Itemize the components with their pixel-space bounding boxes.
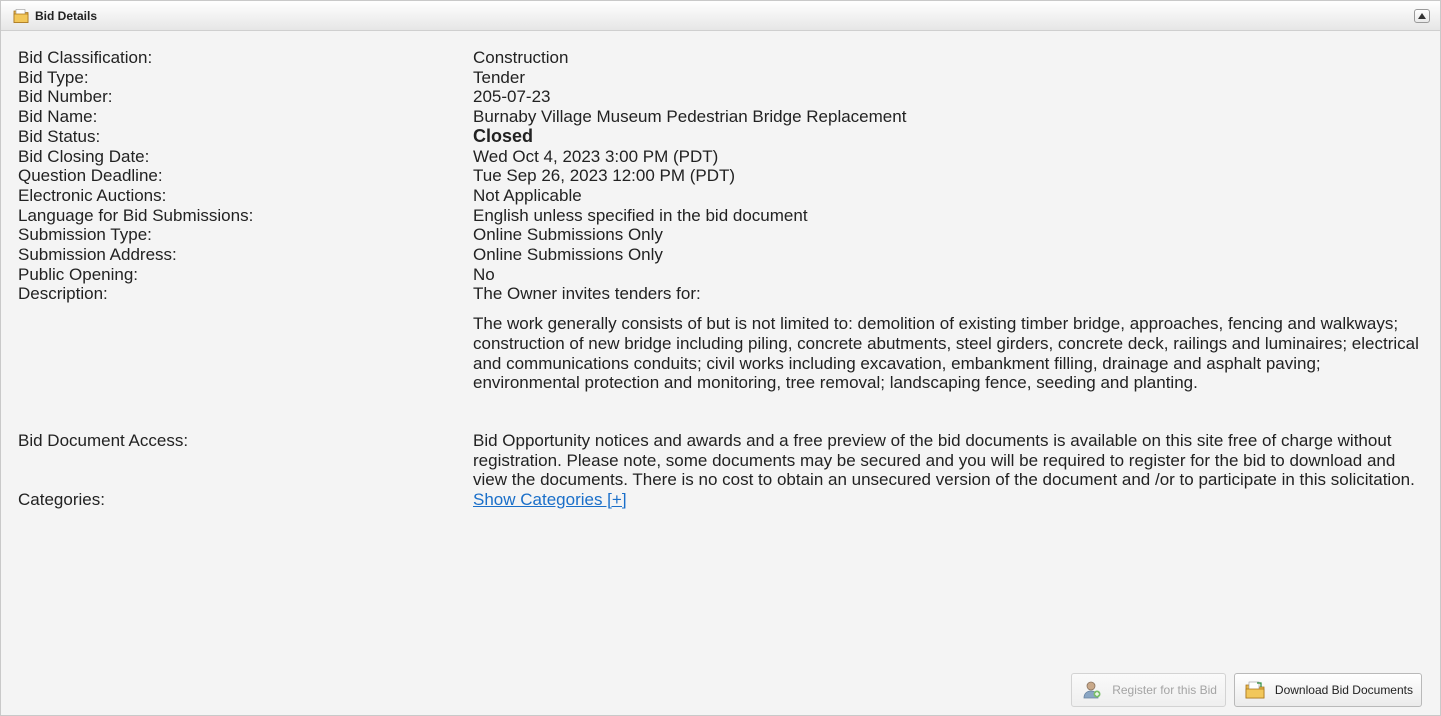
panel-header: Bid Details (1, 1, 1440, 31)
detail-row-public-opening: Public Opening: No (18, 265, 1440, 285)
detail-label: Bid Status: (18, 126, 101, 146)
detail-label: Bid Name: (18, 107, 98, 127)
detail-row-number: Bid Number: 205-07-23 (18, 87, 1440, 107)
register-for-bid-button[interactable]: Register for this Bid (1071, 673, 1226, 707)
details-content: Bid Classification: Construction Bid Typ… (1, 31, 1440, 510)
folder-download-icon (1245, 680, 1265, 700)
detail-label: Bid Type: (18, 67, 89, 87)
bid-details-panel: Bid Details Bid Classification: Construc… (0, 0, 1441, 716)
detail-row-classification: Bid Classification: Construction (18, 48, 1440, 68)
detail-label: Bid Closing Date: (18, 146, 150, 166)
detail-row-document-access: Bid Document Access: Bid Opportunity not… (18, 431, 1440, 490)
detail-row-submission-type: Submission Type: Online Submissions Only (18, 225, 1440, 245)
detail-label: Question Deadline: (18, 166, 163, 186)
detail-label: Submission Address: (18, 245, 177, 265)
detail-value: Not Applicable (473, 185, 582, 205)
register-button-label: Register for this Bid (1112, 683, 1217, 697)
detail-row-language: Language for Bid Submissions: English un… (18, 206, 1440, 226)
document-access-value: Bid Opportunity notices and awards and a… (473, 430, 1415, 490)
detail-value: Tue Sep 26, 2023 12:00 PM (PDT) (473, 166, 736, 186)
detail-value: Burnaby Village Museum Pedestrian Bridge… (473, 107, 907, 127)
detail-value: 205-07-23 (473, 87, 551, 107)
categories-value: Show Categories [+] (473, 490, 1423, 510)
detail-value: English unless specified in the bid docu… (473, 205, 808, 225)
panel-title: Bid Details (35, 8, 98, 23)
detail-label: Bid Classification: (18, 48, 153, 67)
detail-row-description: Description: The Owner invites tenders f… (18, 284, 1440, 393)
detail-label: Electronic Auctions: (18, 185, 167, 205)
detail-row-closing-date: Bid Closing Date: Wed Oct 4, 2023 3:00 P… (18, 147, 1440, 167)
detail-row-question-deadline: Question Deadline: Tue Sep 26, 2023 12:0… (18, 166, 1440, 186)
detail-label: Language for Bid Submissions: (18, 205, 254, 225)
detail-value: Online Submissions Only (473, 245, 663, 265)
user-add-icon (1082, 680, 1102, 700)
chevron-up-icon (1418, 13, 1426, 19)
show-categories-link[interactable]: Show Categories [+] (473, 490, 627, 509)
detail-row-name: Bid Name: Burnaby Village Museum Pedestr… (18, 107, 1440, 127)
detail-row-type: Bid Type: Tender (18, 68, 1440, 88)
detail-value: Online Submissions Only (473, 225, 663, 245)
collapse-button[interactable] (1414, 9, 1430, 23)
bid-status-value: Closed (473, 125, 534, 146)
detail-value: No (473, 264, 495, 284)
detail-row-electronic-auctions: Electronic Auctions: Not Applicable (18, 186, 1440, 206)
detail-row-submission-address: Submission Address: Online Submissions O… (18, 245, 1440, 265)
detail-value: Construction (473, 48, 569, 67)
detail-label: Description: (18, 284, 108, 304)
detail-label: Bid Number: (18, 87, 113, 107)
detail-label: Bid Document Access: (18, 430, 189, 450)
detail-value: Wed Oct 4, 2023 3:00 PM (PDT) (473, 146, 719, 166)
description-body: The work generally consists of but is no… (473, 314, 1419, 393)
download-button-label: Download Bid Documents (1274, 683, 1413, 697)
detail-row-status: Bid Status: Closed (18, 125, 1440, 147)
detail-row-categories: Categories: Show Categories [+] (18, 490, 1440, 510)
detail-label: Categories: (18, 490, 105, 510)
download-bid-documents-button[interactable]: Download Bid Documents (1233, 673, 1422, 707)
action-buttons: Register for this Bid Download Bid Docum… (1071, 673, 1422, 707)
detail-label: Public Opening: (18, 264, 139, 284)
detail-label: Submission Type: (18, 225, 152, 245)
description-value: The Owner invites tenders for: The work … (473, 284, 1423, 393)
detail-value: Tender (473, 67, 525, 87)
description-intro: The Owner invites tenders for: (473, 284, 701, 304)
folder-icon (13, 8, 29, 24)
